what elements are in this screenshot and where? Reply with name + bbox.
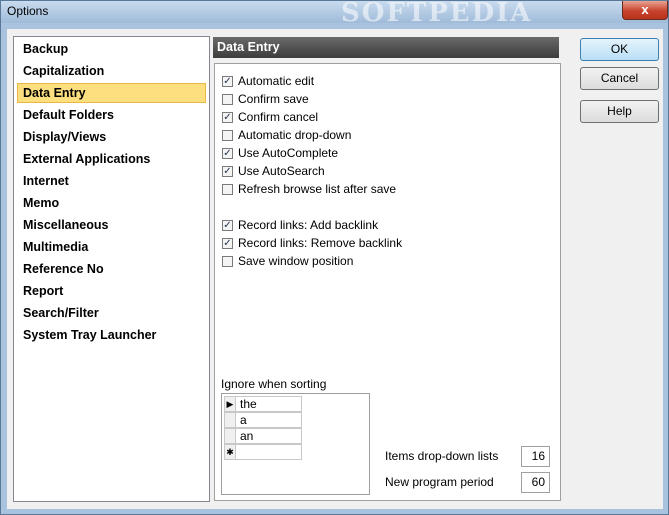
checkmark-icon[interactable]: ✓ [222, 112, 233, 123]
nav-item-display-views[interactable]: Display/Views [17, 127, 206, 147]
cancel-button[interactable]: Cancel [580, 67, 659, 90]
help-button[interactable]: Help [580, 100, 659, 123]
nav-item-report[interactable]: Report [17, 281, 206, 301]
nav-item-internet[interactable]: Internet [17, 171, 206, 191]
checkmark-icon[interactable]: ✓ [222, 148, 233, 159]
checkbox-label: Record links: Remove backlink [238, 236, 403, 250]
nav-item-system-tray-launcher[interactable]: System Tray Launcher [17, 325, 206, 345]
close-icon: x [641, 2, 649, 17]
items-dropdown-label: Items drop-down lists [385, 449, 499, 463]
ignore-sorting-grid[interactable]: ▶ the a an ✱ [221, 393, 370, 495]
checkbox-label: Use AutoSearch [238, 164, 325, 178]
nav-item-miscellaneous[interactable]: Miscellaneous [17, 215, 206, 235]
title-bar[interactable]: Options SOFTPEDIA x [1, 0, 668, 28]
nav-item-multimedia[interactable]: Multimedia [17, 237, 206, 257]
nav-item-default-folders[interactable]: Default Folders [17, 105, 206, 125]
checkmark-icon[interactable]: ✓ [222, 238, 233, 249]
nav-item-capitalization[interactable]: Capitalization [17, 61, 206, 81]
grid-cell[interactable]: a [236, 412, 302, 428]
data-entry-panel: Ignore when sorting ▶ the a an ✱ Items drop-… [214, 63, 561, 501]
grid-cell[interactable]: an [236, 428, 302, 444]
items-dropdown-input[interactable]: 16 [521, 446, 550, 467]
checkbox-label: Record links: Add backlink [238, 218, 379, 232]
grid-cell[interactable]: the [236, 396, 302, 412]
checkmark-icon[interactable]: ✓ [222, 220, 233, 231]
checkbox-label: Automatic edit [238, 74, 315, 88]
nav-item-data-entry[interactable]: Data Entry [17, 83, 206, 103]
checkmark-icon[interactable]: ✓ [222, 166, 233, 177]
checkmark-icon[interactable]: ✓ [222, 76, 233, 87]
ignore-sorting-label: Ignore when sorting [221, 377, 327, 391]
new-program-period-label: New program period [385, 475, 494, 489]
checkbox-box[interactable] [222, 130, 233, 141]
panel-header: Data Entry [213, 37, 559, 58]
current-row-icon[interactable]: ▶ [224, 396, 236, 412]
nav-item-memo[interactable]: Memo [17, 193, 206, 213]
new-program-period-input[interactable]: 60 [521, 472, 550, 493]
checkbox-box[interactable] [222, 94, 233, 105]
nav-item-backup[interactable]: Backup [17, 39, 206, 59]
close-button[interactable]: x [622, 1, 668, 20]
checkbox-box[interactable] [222, 184, 233, 195]
row-header[interactable] [224, 428, 236, 444]
new-row-icon[interactable]: ✱ [224, 444, 236, 460]
dialog-client: Backup Capitalization Data Entry Default Fo… [7, 29, 663, 509]
ok-button[interactable]: OK [580, 38, 659, 61]
nav-item-search-filter[interactable]: Search/Filter [17, 303, 206, 323]
checkbox-label: Confirm save [238, 92, 309, 106]
nav-item-external-applications[interactable]: External Applications [17, 149, 206, 169]
nav-item-reference-no[interactable]: Reference No [17, 259, 206, 279]
checkbox-label: Automatic drop-down [238, 128, 352, 142]
options-window: Options SOFTPEDIA x Backup Capitalization… [0, 0, 669, 515]
category-list: Backup Capitalization Data Entry Default Fo… [13, 36, 210, 502]
checkbox-box[interactable] [222, 256, 233, 267]
row-header[interactable] [224, 412, 236, 428]
checkbox-label: Refresh browse list after save [238, 182, 397, 196]
checkbox-label: Save window position [238, 254, 354, 268]
checkbox-label: Confirm cancel [238, 110, 319, 124]
watermark: SOFTPEDIA [341, 0, 533, 28]
window-title: Options [7, 4, 49, 18]
checkbox-label: Use AutoComplete [238, 146, 339, 160]
grid-cell[interactable] [236, 444, 302, 460]
